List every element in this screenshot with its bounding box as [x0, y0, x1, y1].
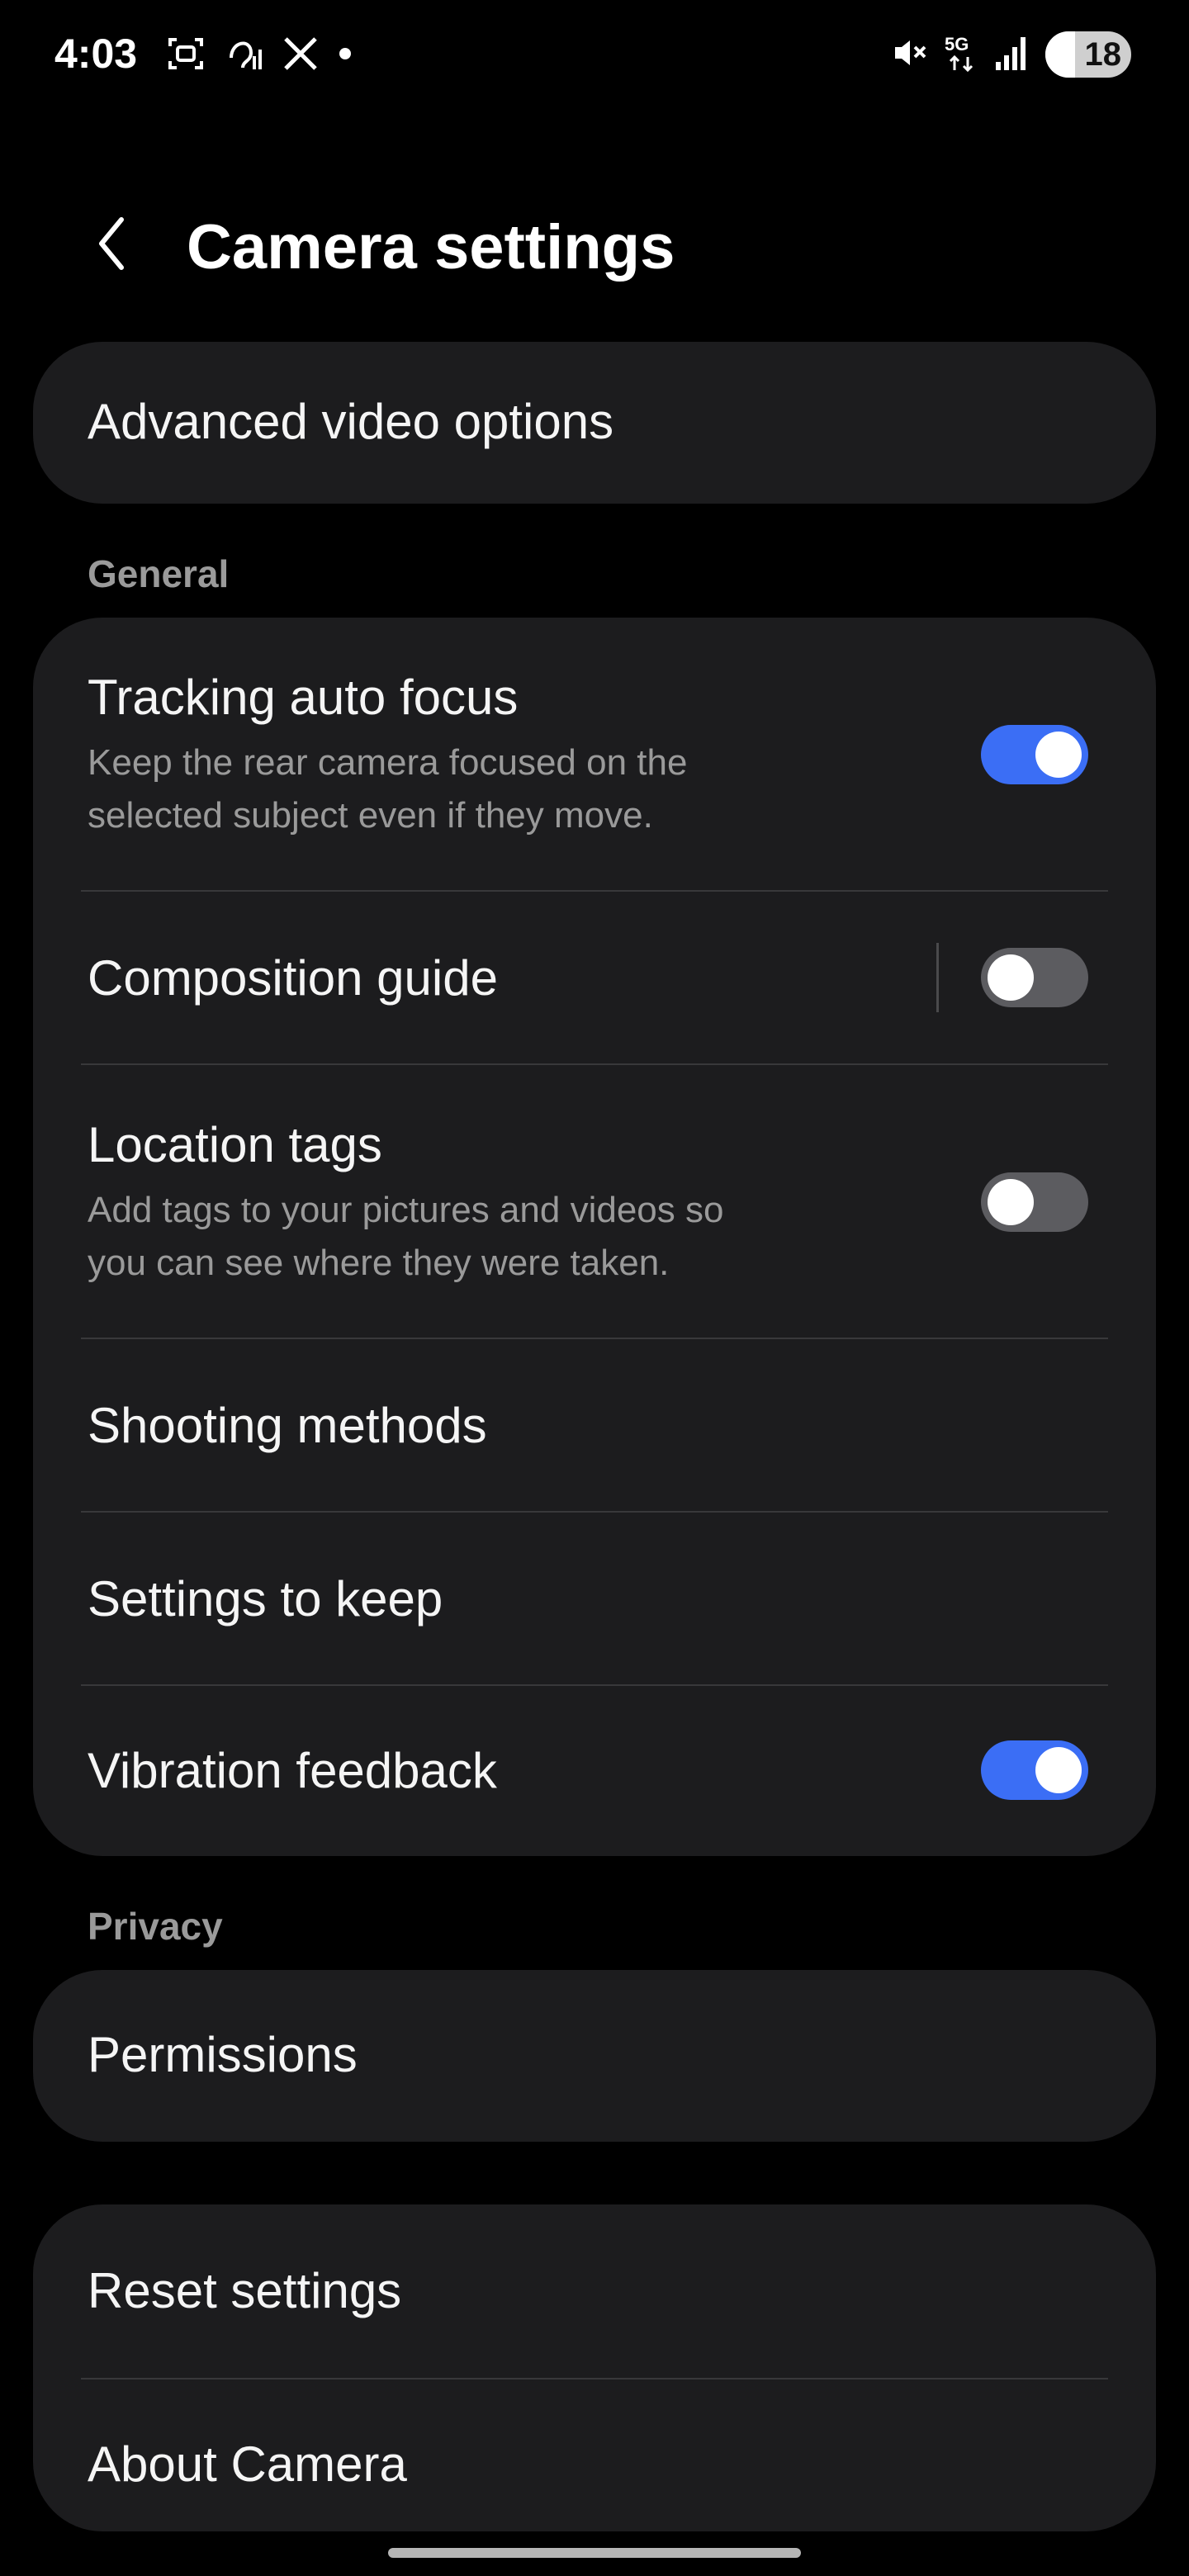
reset-settings-title: Reset settings — [88, 2263, 402, 2318]
battery-level: 18 — [1084, 36, 1122, 73]
tracking-auto-focus-item[interactable]: Tracking auto focus Keep the rear camera… — [33, 618, 1156, 892]
tracking-auto-focus-toggle[interactable] — [981, 725, 1088, 784]
about-camera-item[interactable]: About Camera — [33, 2379, 1156, 2531]
permissions-item[interactable]: Permissions — [33, 1970, 1156, 2142]
vibration-feedback-title: Vibration feedback — [88, 1743, 497, 1798]
network-type-text: 5G — [945, 34, 969, 54]
screenshot-icon — [165, 33, 206, 74]
chevron-left-icon — [99, 217, 124, 270]
status-bar: 4:03 5G 18 — [0, 0, 1189, 107]
about-camera-title: About Camera — [88, 2436, 407, 2492]
location-tags-item[interactable]: Location tags Add tags to your pictures … — [33, 1065, 1156, 1339]
tracking-auto-focus-subtitle: Keep the rear camera focused on the sele… — [88, 736, 864, 842]
location-tags-toggle[interactable] — [981, 1172, 1088, 1232]
page-title: Camera settings — [187, 212, 675, 282]
toggle-knob — [1035, 732, 1082, 778]
status-left-icons — [165, 33, 353, 74]
signal-icon — [994, 34, 1030, 76]
subtitle-line: selected subject even if they move. — [88, 795, 653, 836]
permissions-label: Permissions — [88, 2027, 358, 2082]
battery-indicator: 18 — [1045, 31, 1131, 78]
vertical-separator — [936, 943, 939, 1012]
shooting-methods-title: Shooting methods — [88, 1398, 487, 1453]
shooting-methods-item[interactable]: Shooting methods — [33, 1339, 1156, 1513]
status-right-icons: 5G 18 — [890, 31, 1131, 78]
home-indicator[interactable] — [388, 2548, 801, 2558]
status-time: 4:03 — [54, 31, 138, 77]
general-settings-card: Tracking auto focus Keep the rear camera… — [33, 618, 1156, 1856]
vibration-feedback-item[interactable]: Vibration feedback — [33, 1686, 1156, 1856]
vibration-feedback-toggle[interactable] — [981, 1740, 1088, 1800]
reset-settings-item[interactable]: Reset settings — [33, 2204, 1156, 2378]
section-header-privacy: Privacy — [88, 1905, 223, 1948]
composition-guide-toggle[interactable] — [981, 948, 1088, 1007]
tracking-auto-focus-title: Tracking auto focus — [88, 670, 519, 725]
notification-dot-icon — [337, 45, 353, 62]
hearing-icon — [223, 33, 264, 74]
subtitle-line: you can see where they were taken. — [88, 1243, 670, 1283]
app-header: Camera settings — [0, 190, 1189, 297]
battery-fill — [1045, 31, 1075, 78]
composition-guide-item[interactable]: Composition guide — [33, 892, 1156, 1065]
5g-icon: 5G — [943, 32, 979, 78]
composition-guide-title: Composition guide — [88, 950, 498, 1006]
subtitle-line: Add tags to your pictures and videos so — [88, 1190, 724, 1230]
x-app-icon — [281, 34, 320, 73]
toggle-knob — [988, 954, 1034, 1001]
toggle-knob — [988, 1179, 1034, 1225]
settings-to-keep-item[interactable]: Settings to keep — [33, 1513, 1156, 1686]
advanced-video-options-label: Advanced video options — [88, 394, 614, 449]
location-tags-subtitle: Add tags to your pictures and videos so … — [88, 1184, 864, 1290]
advanced-video-options-item[interactable]: Advanced video options — [33, 342, 1156, 504]
mute-icon — [890, 34, 928, 76]
misc-settings-card: Reset settings About Camera — [33, 2204, 1156, 2531]
settings-to-keep-title: Settings to keep — [88, 1571, 443, 1627]
location-tags-title: Location tags — [88, 1117, 382, 1172]
back-button[interactable] — [83, 215, 140, 272]
toggle-knob — [1035, 1747, 1082, 1793]
subtitle-line: Keep the rear camera focused on the — [88, 742, 688, 783]
section-header-general: General — [88, 552, 230, 595]
